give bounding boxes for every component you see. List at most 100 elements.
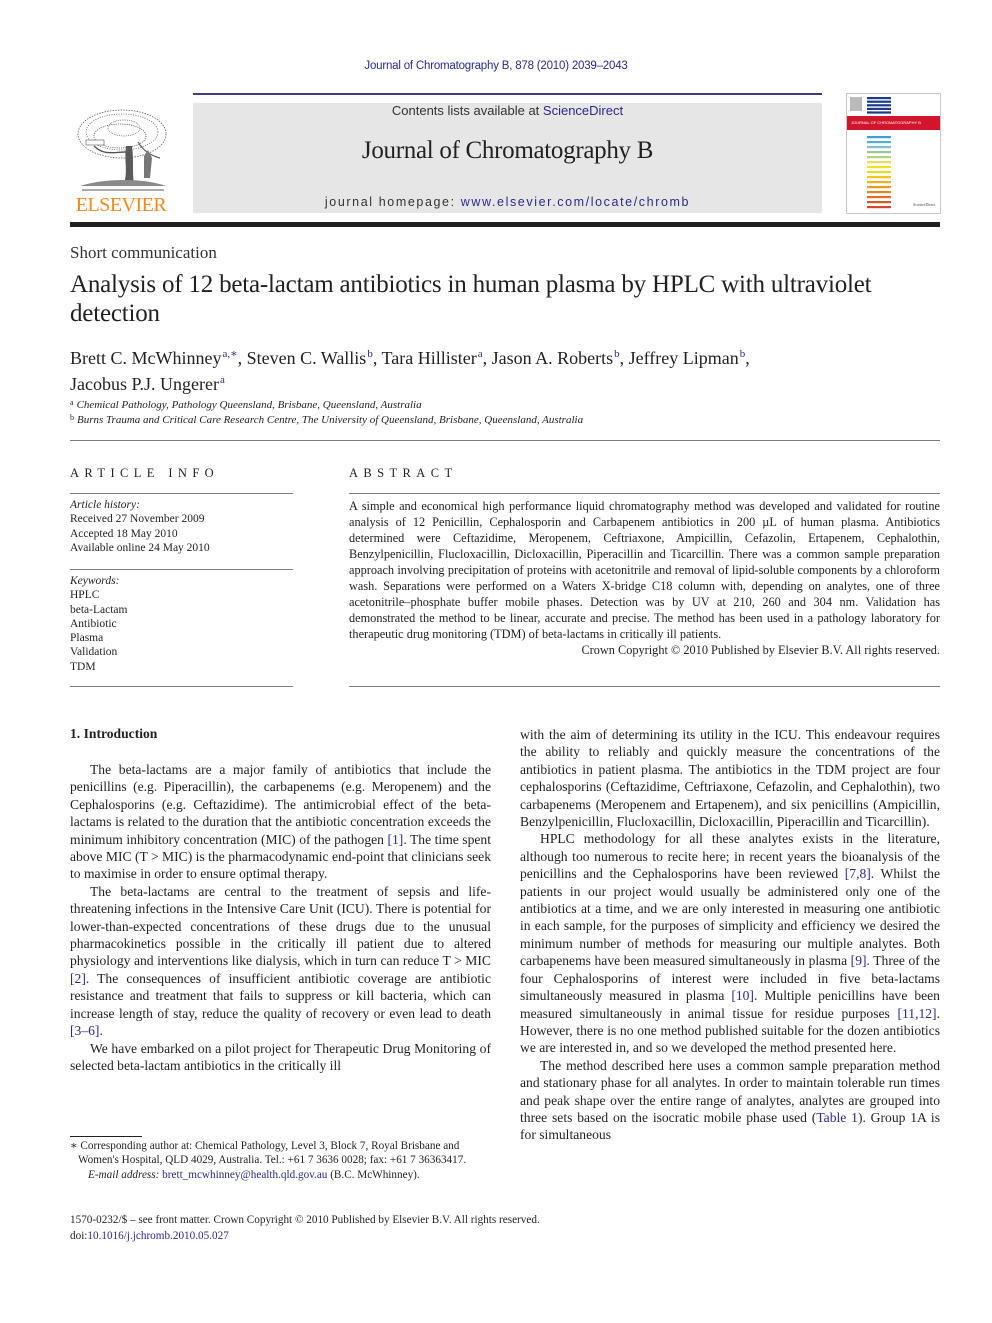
sciencedirect-link[interactable]: ScienceDirect [543, 103, 623, 118]
citation-link[interactable]: [10] [731, 988, 754, 1003]
contents-line: Contents lists available at ScienceDirec… [193, 103, 822, 118]
article-info-rule [70, 493, 293, 494]
body-column-left: The beta-lactams are a major family of a… [70, 761, 491, 1074]
doi-prefix: doi: [70, 1230, 88, 1242]
paragraph-text: with the aim of determining its utility … [520, 727, 940, 830]
keyword[interactable]: Plasma [70, 631, 127, 645]
email-link[interactable]: brett_mcwhinney@health.qld.gov.au [162, 1169, 327, 1181]
cover-stripe [867, 166, 891, 169]
keyword[interactable]: beta-Lactam [70, 603, 127, 617]
cover-stripe [867, 136, 891, 139]
cover-stripe [867, 97, 891, 100]
cover-stripe [867, 151, 891, 154]
keywords-label: Keywords: [70, 575, 120, 587]
body-column-right: with the aim of determining its utility … [520, 726, 940, 1144]
cover-stripe [867, 201, 891, 204]
citation-link[interactable]: [7,8] [845, 866, 871, 881]
cover-stripe [867, 161, 891, 164]
cover-stripe [867, 181, 891, 184]
abstract-copyright: Crown Copyright © 2010 Published by Else… [581, 643, 940, 657]
cover-stripe [867, 206, 891, 209]
running-head[interactable]: Journal of Chromatography B, 878 (2010) … [0, 60, 992, 72]
abstract-end-rule [349, 686, 940, 687]
author-name[interactable]: Steven C. Wallis [247, 348, 367, 368]
history-entry: Received 27 November 2009 [70, 513, 205, 526]
masthead-bottom-rule [70, 222, 940, 227]
section-heading-introduction: 1. Introduction [70, 726, 158, 741]
author-separator: , [237, 348, 247, 368]
cover-stripe [867, 104, 891, 107]
citation-link[interactable]: [2] [70, 971, 86, 986]
doi-line: doi:10.1016/j.jchromb.2010.05.027 [70, 1228, 670, 1244]
citation-link[interactable]: [11,12] [897, 1006, 936, 1021]
author-name[interactable]: Jacobus P.J. Ungerer [70, 374, 219, 394]
cover-stripe [867, 176, 891, 179]
doi-link[interactable]: 10.1016/j.jchromb.2010.05.027 [87, 1230, 228, 1242]
affiliation-text: Burns Trauma and Critical Care Research … [77, 414, 584, 426]
body-paragraph: The method described here uses a common … [520, 1057, 940, 1144]
affiliation-text: Chemical Pathology, Pathology Queensland… [76, 399, 422, 411]
history-list: Received 27 November 2009 Accepted 18 May… [70, 512, 210, 555]
citation-link[interactable]: Table 1 [816, 1110, 858, 1125]
citation-link[interactable]: [3–6] [70, 1023, 99, 1038]
cover-stripe [867, 196, 891, 199]
journal-title: Journal of Chromatography B [361, 137, 654, 164]
journal-homepage-line: journal homepage: www.elsevier.com/locat… [193, 195, 822, 209]
author-name[interactable]: Tara Hillister [382, 348, 477, 368]
keyword[interactable]: Validation [70, 645, 127, 659]
author-name[interactable]: Jason A. Roberts [492, 348, 614, 368]
elsevier-wordmark: ELSEVIER [75, 194, 167, 216]
history-entry: Available online 24 May 2010 [70, 541, 210, 554]
article-history: Article history: Received 27 November 20… [70, 498, 210, 555]
cover-stripe [867, 191, 891, 194]
corresponding-text: ∗ Corresponding author at: Chemical Path… [70, 1140, 467, 1167]
keyword-list: HPLC beta-Lactam Antibiotic Plasma Validatio… [70, 588, 127, 674]
body-paragraph: with the aim of determining its utility … [520, 726, 940, 830]
affiliation-key: a [70, 398, 74, 407]
body-paragraph: The beta-lactams are central to the trea… [70, 883, 491, 1040]
author-separator: , [745, 348, 750, 368]
affiliation-key: b [70, 413, 74, 422]
article-info-heading: ARTICLE INFO [70, 466, 220, 480]
cover-stripe [867, 141, 891, 144]
article-type: Short communication [70, 243, 217, 262]
email-suffix: (B.C. McWhinney). [327, 1168, 420, 1181]
keyword[interactable]: HPLC [70, 588, 127, 602]
body-paragraph: We have embarked on a pilot project for … [70, 1040, 491, 1075]
citation-link[interactable]: [1] [387, 832, 403, 847]
journal-cover-thumbnail[interactable]: JOURNAL OF CHROMATOGRAPHY B ScienceDirec… [846, 93, 941, 214]
citation-link[interactable]: [9] [851, 953, 867, 968]
article-info-end-rule [70, 686, 293, 687]
article-title: Analysis of 12 beta-lactam antibiotics i… [70, 271, 872, 327]
cover-stripe [867, 111, 891, 114]
cover-stripe [867, 107, 891, 110]
elsevier-logo[interactable]: ELSEVIER [70, 106, 172, 216]
cover-stripe [867, 186, 891, 189]
cover-stripe [867, 146, 891, 149]
paragraph-text: . [99, 1023, 103, 1039]
author-name[interactable]: Brett C. McWhinney [70, 348, 221, 368]
history-entry: Accepted 18 May 2010 [70, 527, 178, 540]
email-line: E-mail address: brett_mcwhinney@health.q… [70, 1168, 495, 1182]
author-affiliation-marker[interactable]: a [220, 374, 225, 386]
author-name[interactable]: Jeffrey Lipman [629, 348, 739, 368]
body-paragraph: The beta-lactams are a major family of a… [70, 761, 491, 883]
affiliation-a: a Chemical Pathology, Pathology Queenslan… [70, 398, 950, 411]
imprint: 1570-0232/$ – see front matter. Crown Co… [70, 1212, 670, 1244]
affiliation-b: b Burns Trauma and Critical Care Research… [70, 413, 950, 426]
author-list: Brett C. McWhinneya,∗, Steven C. Wallisb… [70, 343, 950, 395]
email-label: E-mail address: [88, 1168, 160, 1181]
body-paragraph: HPLC methodology for all these analytes … [520, 830, 940, 1056]
contents-prefix: Contents lists available at [391, 103, 543, 118]
author-affiliation-marker[interactable]: a,∗ [222, 348, 237, 360]
paragraph-text: The beta-lactams are central to the trea… [70, 883, 491, 969]
keywords-rule [70, 569, 293, 570]
abstract-heading: ABSTRACT [349, 466, 458, 480]
journal-masthead: Contents lists available at ScienceDirec… [193, 103, 822, 213]
author-separator: , [372, 348, 382, 368]
keyword[interactable]: Antibiotic [70, 617, 127, 631]
journal-homepage-link[interactable]: www.elsevier.com/locate/chromb [461, 195, 690, 209]
keyword[interactable]: TDM [70, 660, 127, 674]
author-separator: , [619, 348, 629, 368]
homepage-prefix: journal homepage: [324, 195, 461, 209]
